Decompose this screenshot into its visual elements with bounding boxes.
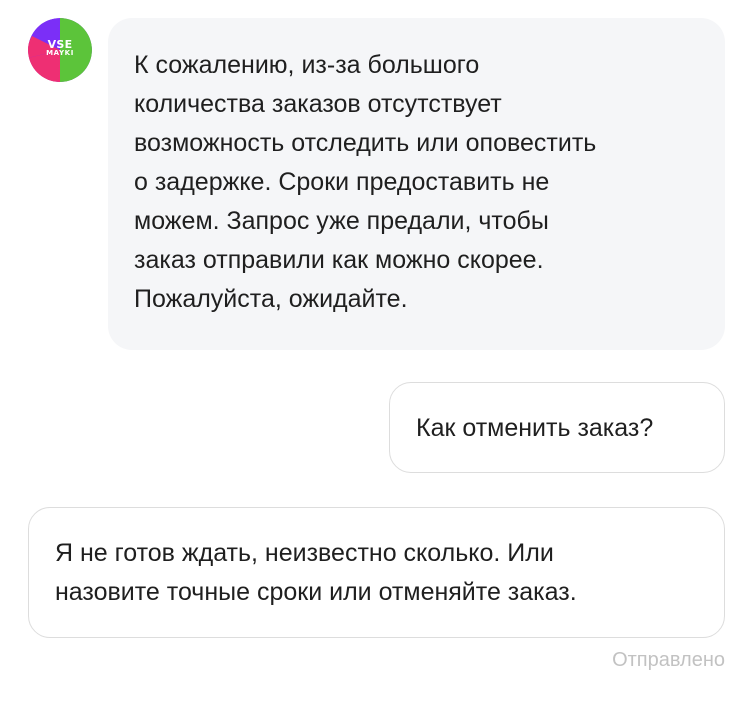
logo-text: VSE MAYKI [28,38,92,58]
message-text: Как отменить заказ? [416,414,654,442]
message-line: можем. Запрос уже предали, чтобы [134,207,549,235]
message-line: Я не готов ждать, неизвестно сколько. Ил… [55,539,554,567]
message-line: К сожалению, из-за большого [134,51,480,79]
message-line: Пожалуйста, ожидайте. [134,285,408,313]
avatar: VSE MAYKI [28,18,92,82]
outgoing-message-bubble: Как отменить заказ? [389,382,725,473]
logo-text-line2: MAYKI [46,49,74,57]
incoming-message-bubble: К сожалению, из-за большого количества з… [108,18,725,350]
message-line: количества заказов отсутствует [134,90,502,118]
outgoing-message-bubble: Я не готов ждать, неизвестно сколько. Ил… [28,507,725,638]
message-line: заказ отправили как можно скорее. [134,246,544,274]
logo-text-line1: VSE [47,38,73,51]
message-line: возможность отследить или оповестить [134,129,597,157]
message-line: назовите точные сроки или отменяйте зака… [55,578,577,606]
message-status: Отправлено [612,649,725,671]
message-line: о задержке. Сроки предоставить не [134,168,550,196]
